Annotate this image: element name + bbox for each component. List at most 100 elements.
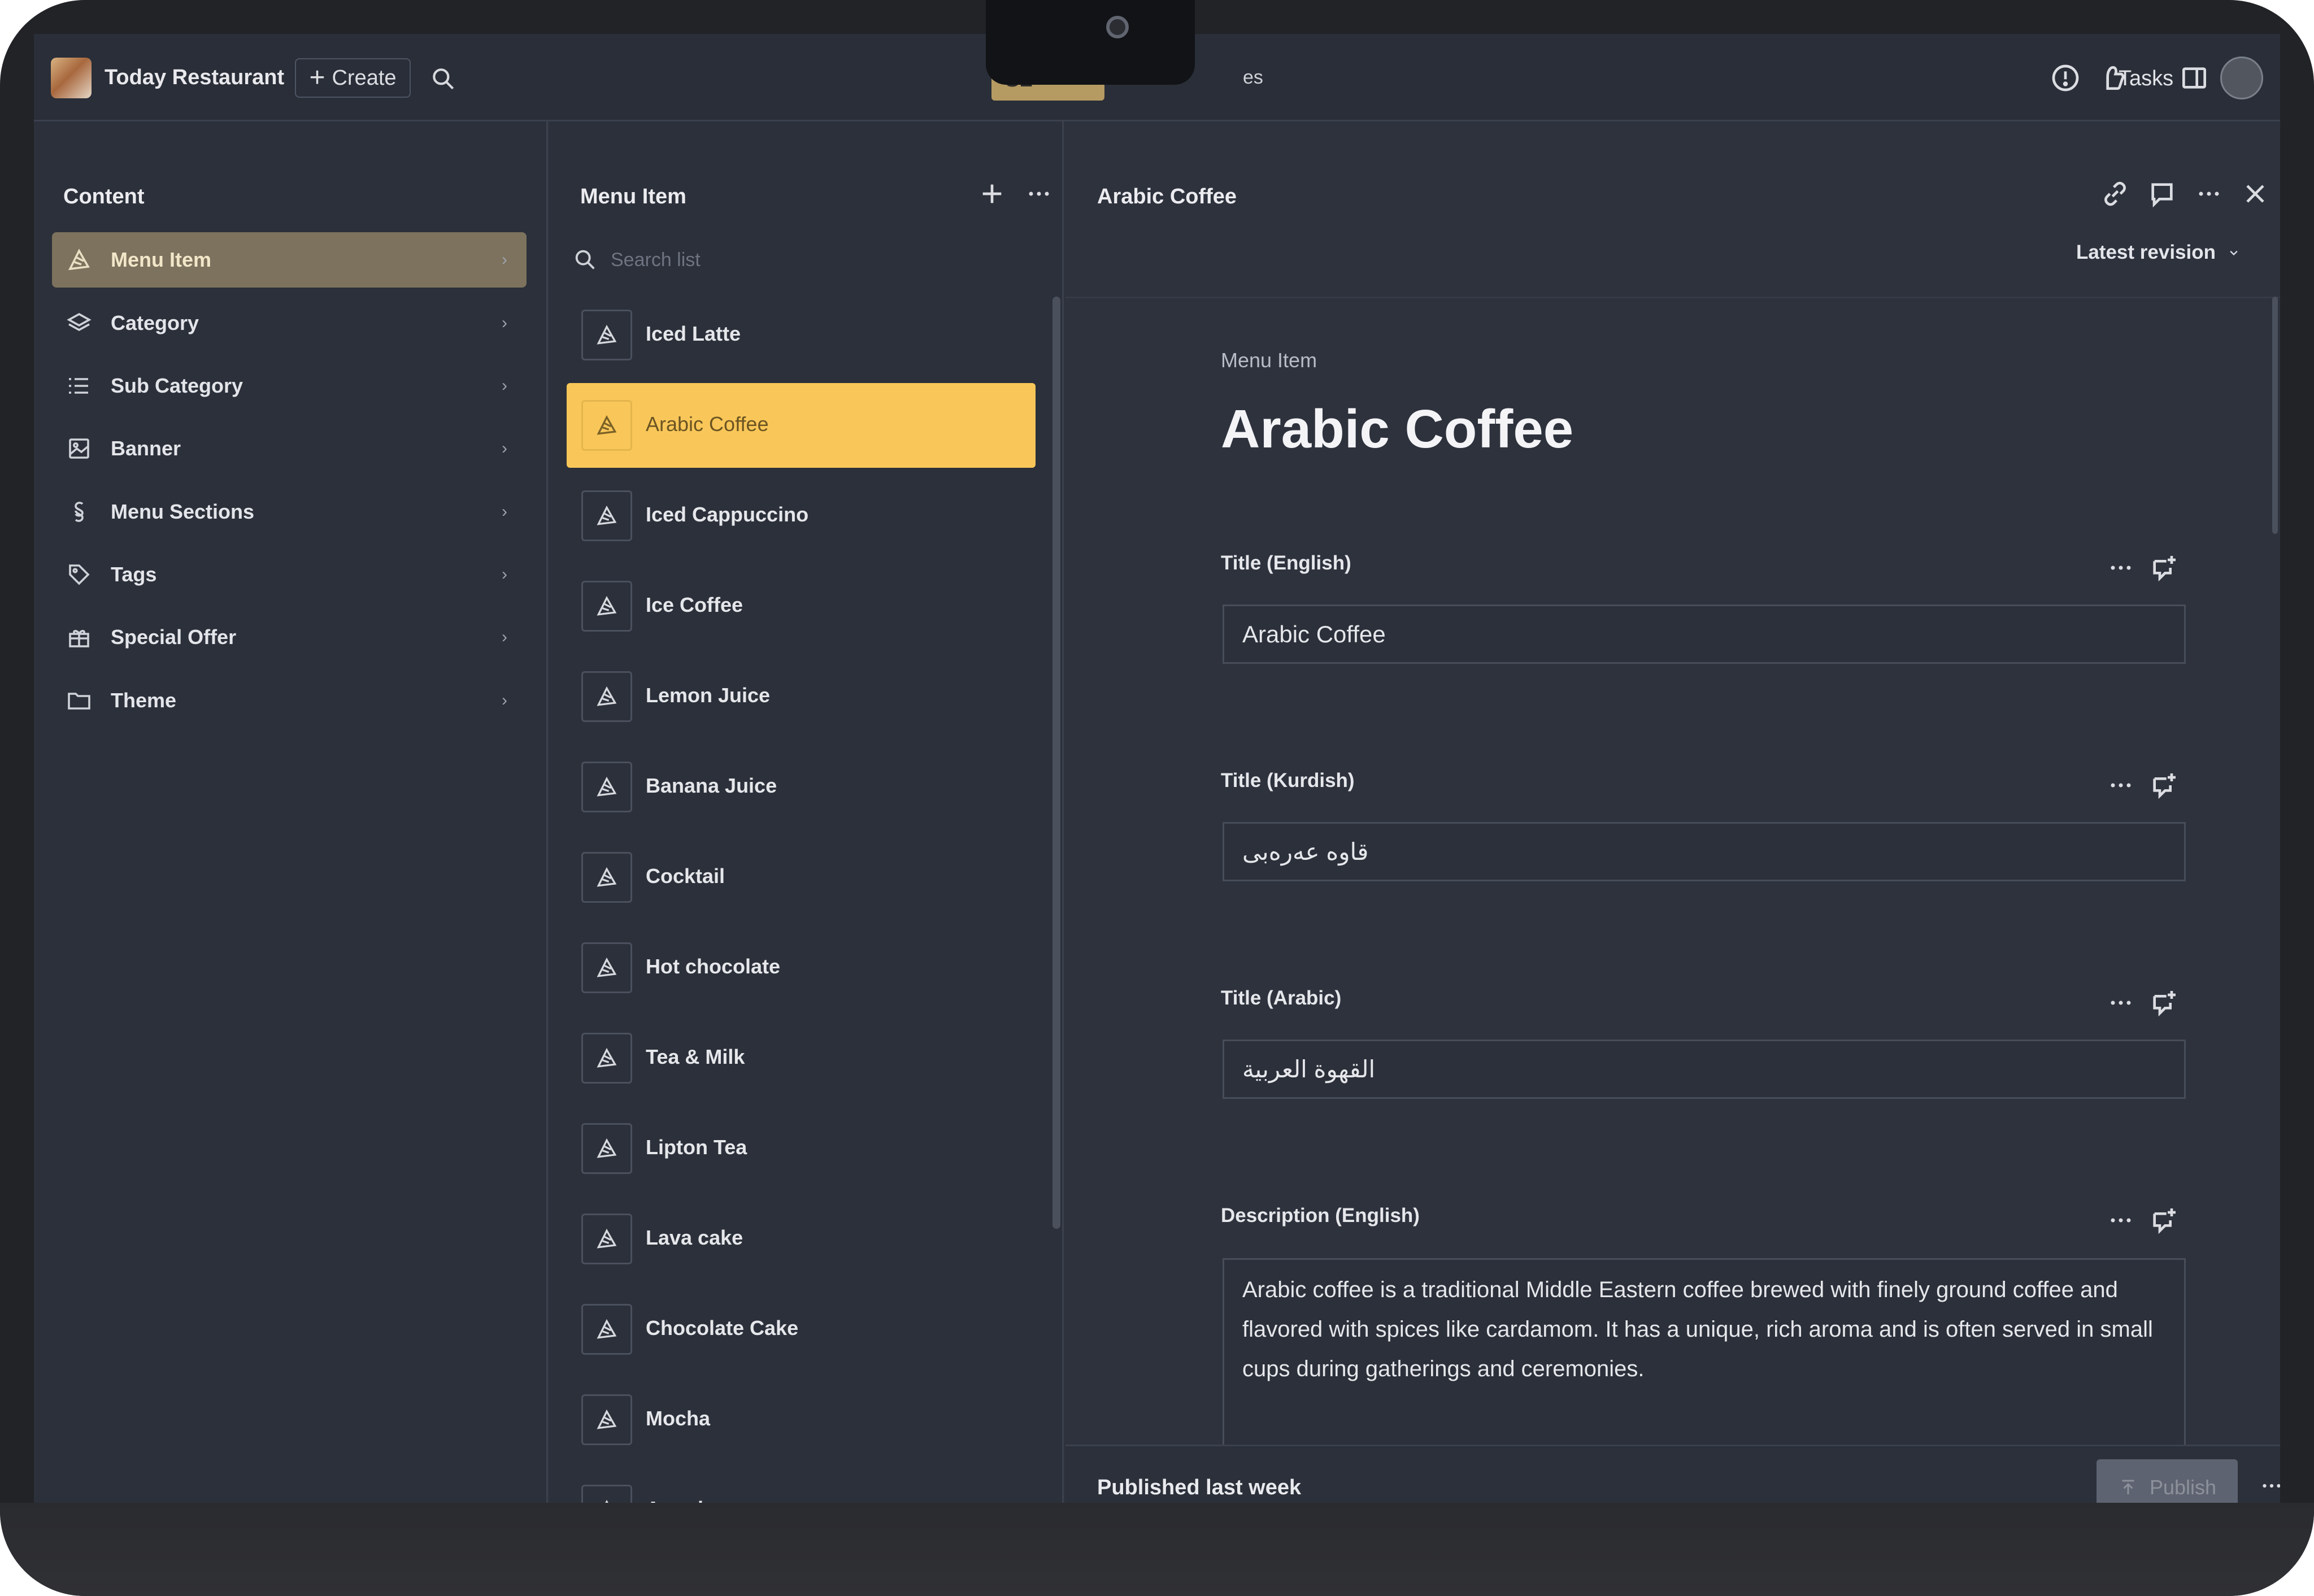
device-bezel-bottom	[0, 1503, 2314, 1596]
more-icon[interactable]	[2105, 987, 2137, 1019]
search-icon	[575, 250, 595, 269]
brand-logo[interactable]	[51, 58, 92, 98]
nav-item-menu-sections[interactable]: Menu Sections ›	[52, 484, 527, 540]
tab-releases[interactable]: es	[1243, 67, 1263, 89]
add-comment-icon[interactable]	[2148, 987, 2180, 1019]
list-item-label: Cocktail	[646, 864, 725, 888]
list-item-tea-milk[interactable]: Tea & Milk	[567, 1016, 1036, 1101]
slice-icon	[581, 1304, 632, 1355]
plus-icon: +	[309, 63, 325, 93]
list-pane: Menu Item Iced Latte	[550, 121, 1064, 1503]
layers-icon	[67, 312, 92, 332]
list-item-banana-juice[interactable]: Banana Juice	[567, 745, 1036, 829]
slice-icon	[581, 762, 632, 812]
more-icon[interactable]	[2255, 1472, 2280, 1500]
list-item-iced-latte[interactable]: Iced Latte	[567, 293, 1036, 377]
list-item-ice-coffee[interactable]: Ice Coffee	[567, 564, 1036, 649]
nav-item-banner[interactable]: Banner ›	[52, 421, 527, 476]
list-item-lemon-juice[interactable]: Lemon Juice	[567, 654, 1036, 739]
list-search	[572, 240, 1036, 280]
list-scrollbar[interactable]	[1052, 297, 1060, 1229]
close-icon[interactable]	[2239, 178, 2271, 210]
list-item-cocktail[interactable]: Cocktail	[567, 835, 1036, 920]
publish-button[interactable]: Publish	[2096, 1459, 2238, 1503]
more-icon[interactable]	[1023, 178, 1055, 210]
list-item-arabic-coffee[interactable]: Arabic Coffee	[567, 383, 1036, 468]
list-item-lava-cake[interactable]: Lava cake	[567, 1197, 1036, 1281]
chevron-right-icon: ›	[502, 691, 507, 710]
publish-status: Published last week	[1097, 1476, 1302, 1499]
more-icon[interactable]	[2193, 178, 2225, 210]
revision-label: Latest revision	[2076, 241, 2216, 263]
nav-item-label: Category	[111, 311, 199, 334]
chevron-right-icon: ›	[502, 376, 507, 395]
create-label: Create	[332, 66, 397, 90]
chevron-right-icon: ›	[502, 628, 507, 646]
brand-name[interactable]: Today Restaurant	[105, 66, 284, 90]
slice-icon	[581, 490, 632, 541]
nav-item-tags[interactable]: Tags ›	[52, 547, 527, 602]
tasks-label[interactable]: Tasks	[2119, 67, 2173, 91]
chevron-right-icon: ›	[502, 502, 507, 521]
content-pane: Content Menu Item › Category › Sub Categ…	[34, 121, 548, 1503]
slice-icon	[581, 1214, 632, 1264]
nav-item-label: Menu Item	[111, 248, 212, 271]
list-item-americano[interactable]: Americano	[567, 1468, 1036, 1503]
slice-icon	[581, 1394, 632, 1445]
link-icon[interactable]	[2099, 178, 2131, 210]
more-icon[interactable]	[2105, 1204, 2137, 1236]
nav-item-special-offer[interactable]: Special Offer ›	[52, 610, 527, 665]
list-item-label: Iced Latte	[646, 322, 741, 345]
list-item-chocolate-cake[interactable]: Chocolate Cake	[567, 1287, 1036, 1372]
title-english-input[interactable]: Arabic Coffee	[1223, 605, 2186, 664]
more-icon[interactable]	[2105, 552, 2137, 584]
list-item-label: Ice Coffee	[646, 593, 743, 616]
nav-item-category[interactable]: Category ›	[52, 295, 527, 351]
comment-icon[interactable]	[2146, 178, 2178, 210]
list-icon	[69, 378, 88, 394]
camera-icon	[1106, 16, 1129, 38]
field-actions	[2105, 1204, 2184, 1238]
document-scrollbar[interactable]	[2272, 297, 2278, 534]
create-button[interactable]: + Create	[295, 58, 411, 98]
more-icon[interactable]	[2105, 769, 2137, 801]
document-header-title: Arabic Coffee	[1097, 185, 1237, 208]
list-item-label: Hot chocolate	[646, 955, 781, 978]
slice-icon	[581, 671, 632, 722]
list-item-iced-cappuccino[interactable]: Iced Cappuccino	[567, 473, 1036, 558]
list-item-hot-chocolate[interactable]: Hot chocolate	[567, 925, 1036, 1010]
folder-icon	[68, 693, 90, 710]
description-english-textarea[interactable]: Arabic coffee is a traditional Middle Ea…	[1223, 1258, 2186, 1456]
field-actions	[2105, 552, 2184, 586]
list-item-label: Lemon Juice	[646, 684, 771, 707]
panel-icon[interactable]	[2178, 62, 2210, 94]
search-icon[interactable]	[429, 65, 458, 93]
document-pane: Arabic Coffee Latest revision Menu Item …	[1065, 121, 2280, 1503]
title-kurdish-input[interactable]: قاوە عەرەبی	[1223, 822, 2186, 881]
add-icon[interactable]	[976, 178, 1008, 210]
search-list-input[interactable]	[611, 247, 1006, 273]
nav-item-theme[interactable]: Theme ›	[52, 673, 527, 728]
nav-item-label: Tags	[111, 563, 157, 586]
chevron-right-icon: ›	[502, 250, 507, 269]
nav-item-sub-category[interactable]: Sub Category ›	[52, 358, 527, 414]
add-comment-icon[interactable]	[2148, 552, 2180, 584]
list-item-lipton-tea[interactable]: Lipton Tea	[567, 1106, 1036, 1191]
nav-item-menu-item[interactable]: Menu Item ›	[52, 232, 527, 288]
revision-selector[interactable]: Latest revision	[2076, 241, 2242, 264]
slice-icon	[581, 852, 632, 903]
list-item-mocha[interactable]: Mocha	[567, 1377, 1036, 1462]
user-avatar[interactable]	[2220, 56, 2263, 99]
field-label-title-english: Title (English)	[1221, 552, 1351, 574]
chevron-down-icon	[2230, 250, 2238, 256]
title-arabic-input[interactable]: القهوة العربية	[1223, 1040, 2186, 1099]
add-comment-icon[interactable]	[2148, 1204, 2180, 1236]
publish-label: Publish	[2149, 1476, 2217, 1499]
alert-icon[interactable]	[2050, 62, 2081, 94]
tag-icon	[69, 564, 90, 585]
list-item-label: Mocha	[646, 1407, 711, 1430]
list-item-label: Lipton Tea	[646, 1136, 747, 1159]
add-comment-icon[interactable]	[2148, 769, 2180, 801]
slice-icon	[581, 1033, 632, 1084]
field-label-title-kurdish: Title (Kurdish)	[1221, 769, 1355, 792]
